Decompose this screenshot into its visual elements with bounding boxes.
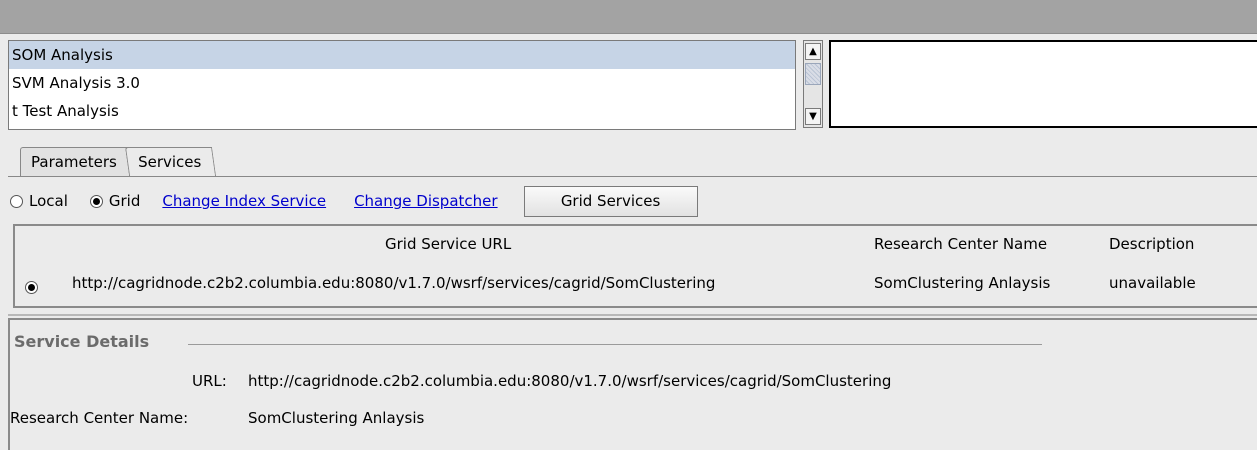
analysis-list-scrollbar[interactable]: ▲ ▼ [803,40,823,128]
local-radio[interactable] [10,194,23,208]
row-center: SomClustering Anlaysis [874,274,1051,292]
local-radio-option[interactable]: Local [10,192,68,210]
service-options-row: Local Grid Change Index Service Change D… [10,185,1250,217]
grid-services-button[interactable]: Grid Services [523,185,698,217]
change-dispatcher-link[interactable]: Change Dispatcher [354,192,497,210]
service-details-panel: Service Details URL: http://cagridnode.c… [8,318,1257,450]
window-titlebar [0,0,1257,34]
tab-divider [8,176,1257,177]
list-item-t-test-analysis[interactable]: t Test Analysis [9,97,795,125]
services-table: Grid Service URL Research Center Name De… [13,224,1257,308]
panel-divider[interactable] [8,314,1257,316]
local-label: Local [29,192,68,210]
analysis-list[interactable]: SOM Analysis SVM Analysis 3.0 t Test Ana… [8,40,796,130]
analysis-description-area [829,40,1257,128]
scroll-up-icon[interactable]: ▲ [805,43,821,60]
scroll-down-icon[interactable]: ▼ [805,108,821,125]
detail-center-value: SomClustering Anlaysis [248,409,425,427]
detail-url-label: URL: [192,372,227,390]
grid-radio[interactable] [89,194,103,208]
row-description: unavailable [1109,274,1196,292]
list-item-svm-analysis[interactable]: SVM Analysis 3.0 [9,69,795,97]
tab-strip: Parameters Services [20,146,217,176]
service-details-title: Service Details [14,332,150,351]
row-url: http://cagridnode.c2b2.columbia.edu:8080… [72,274,716,292]
tab-parameters[interactable]: Parameters [20,147,129,176]
row-select-radio-wrap[interactable] [25,276,38,302]
grid-label: Grid [108,192,141,210]
detail-url-value: http://cagridnode.c2b2.columbia.edu:8080… [248,372,892,390]
column-header-description[interactable]: Description [1109,231,1194,257]
tab-services[interactable]: Services [124,147,217,176]
grid-radio-option[interactable]: Grid [89,192,141,210]
detail-center-label: Research Center Name: [10,409,189,427]
column-header-url[interactable]: Grid Service URL [385,231,511,257]
change-index-service-link[interactable]: Change Index Service [162,192,326,210]
scroll-thumb[interactable] [805,63,821,85]
list-item-som-analysis[interactable]: SOM Analysis [9,41,795,69]
row-select-radio[interactable] [25,281,38,294]
details-rule [188,344,1042,345]
column-header-center[interactable]: Research Center Name [874,231,1047,257]
